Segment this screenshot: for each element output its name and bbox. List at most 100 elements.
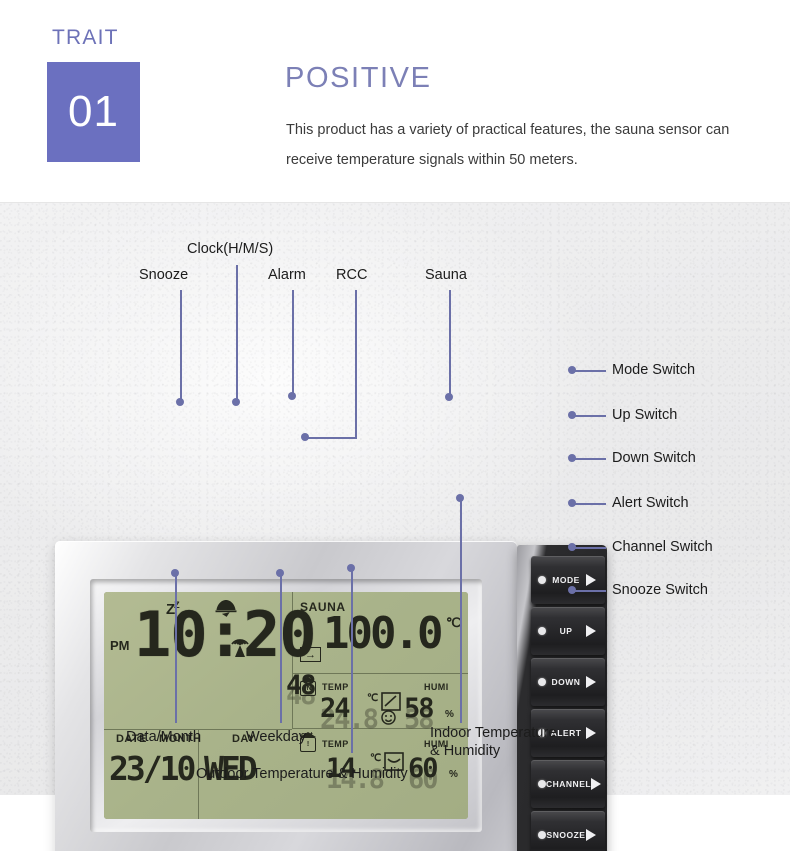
mode-button-triangle-icon <box>586 574 596 586</box>
callout-line-alarm <box>292 290 294 396</box>
callout-dot-up <box>568 411 576 419</box>
rcc-signal-tower-icon <box>231 639 249 657</box>
callout-line-mode <box>572 370 606 372</box>
callout-dot-clock <box>232 398 240 406</box>
callout-dot-snooze-switch <box>568 586 576 594</box>
callout-dot-sauna <box>445 393 453 401</box>
channel-switch-button[interactable]: CHANNEL <box>531 760 605 808</box>
callout-label-alarm: Alarm <box>268 267 306 283</box>
callout-label-up: Up Switch <box>612 407 678 423</box>
callout-line-sauna <box>449 290 451 397</box>
callout-label-mode: Mode Switch <box>612 362 696 378</box>
callout-label-snooze: Snooze <box>139 267 189 283</box>
lcd-divider-sauna-bottom <box>292 673 468 675</box>
snooze-button-label: SNOOZE <box>546 830 586 840</box>
down-button-label: DOWN <box>551 677 581 687</box>
weather-station-device: ZZ PM 10:20 10:20 48 48 <box>55 541 607 851</box>
callout-line-indoor <box>460 498 462 723</box>
mode-switch-button[interactable]: MODE <box>531 556 605 604</box>
header-section: TRAIT 01 POSITIVE This product has a var… <box>0 0 790 203</box>
up-button-triangle-icon <box>586 625 596 637</box>
callout-line-channel <box>572 547 606 549</box>
callout-line-outdoor <box>351 568 353 753</box>
device-bezel: ZZ PM 10:20 10:20 48 48 <box>90 579 482 832</box>
callout-dot-alarm <box>288 392 296 400</box>
device-body: ZZ PM 10:20 10:20 48 48 <box>55 541 517 851</box>
sauna-temperature-value: 100.0 <box>323 608 443 659</box>
callout-line-rcc-horizontal <box>305 437 357 439</box>
indoor-humi-label: HUMI <box>424 682 449 692</box>
callout-dot-mode <box>568 366 576 374</box>
indoor-tag-icon: IN <box>300 681 316 696</box>
callout-line-up <box>572 415 606 417</box>
meridiem-indicator: PM <box>110 638 130 653</box>
callout-dot-indoor <box>456 494 464 502</box>
trait-number-value: 01 <box>68 87 119 136</box>
callout-label-outdoor: Outdoor Temperature & Humidity <box>196 766 408 782</box>
indoor-temp-label: TEMP <box>322 682 349 692</box>
snooze-button-dot-icon <box>538 831 546 839</box>
callout-label-channel: Channel Switch <box>612 539 713 555</box>
down-button-triangle-icon <box>586 676 596 688</box>
callout-dot-channel <box>568 543 576 551</box>
outdoor-humi-unit: % <box>449 769 458 780</box>
callout-dot-snooze <box>176 398 184 406</box>
trait-number-badge: 01 <box>47 62 140 162</box>
indoor-roof-icon <box>300 677 316 682</box>
callout-dot-date-month <box>171 569 179 577</box>
mode-button-label: MODE <box>552 575 580 585</box>
indoor-humidity-trend-icon <box>381 692 401 711</box>
mode-button-dot-icon <box>538 576 546 584</box>
channel-button-label: CHANNEL <box>546 779 592 789</box>
indoor-humi-unit: % <box>445 709 454 720</box>
callout-label-rcc: RCC <box>336 267 368 283</box>
callout-dot-down <box>568 454 576 462</box>
callout-line-rcc-vertical <box>355 290 357 438</box>
indoor-comfort-smiley-icon <box>381 710 396 725</box>
page-title: POSITIVE <box>285 62 432 94</box>
trait-eyebrow-label: TRAIT <box>52 26 119 49</box>
channel-button-dot-icon <box>538 780 546 788</box>
infographic-page: TRAIT 01 POSITIVE This product has a var… <box>0 0 790 851</box>
callout-line-snooze <box>180 290 182 402</box>
callout-label-alert: Alert Switch <box>612 495 689 511</box>
lcd-screen: ZZ PM 10:20 10:20 48 48 <box>104 592 468 819</box>
callout-dot-outdoor <box>347 564 355 572</box>
channel-button-triangle-icon <box>591 778 602 790</box>
callout-line-alert <box>572 503 606 505</box>
snooze-button-triangle-icon <box>586 829 596 841</box>
up-button-label: UP <box>559 626 573 636</box>
callout-line-clock <box>236 265 238 402</box>
indoor-humi-value: 58 <box>404 693 434 724</box>
callout-line-down <box>572 458 606 460</box>
sauna-arrow-icon: → <box>300 647 321 662</box>
outdoor-temp-label: TEMP <box>322 739 349 749</box>
page-description: This product has a variety of practical … <box>286 122 730 168</box>
outdoor-temp-unit: ℃ <box>370 753 382 764</box>
callout-line-weekday <box>280 573 282 723</box>
callout-line-date-month <box>175 573 177 723</box>
down-switch-button[interactable]: DOWN <box>531 658 605 706</box>
snooze-switch-button[interactable]: SNOOZE <box>531 811 605 851</box>
down-button-dot-icon <box>538 678 546 686</box>
callout-dot-weekday <box>276 569 284 577</box>
callout-label-weekday: Weekday <box>246 729 307 745</box>
up-switch-button[interactable]: UP <box>531 607 605 655</box>
callout-label-date-month: Data/Month <box>126 729 201 745</box>
indoor-temp-unit: ℃ <box>367 693 379 704</box>
indoor-temp-value: 24 <box>320 693 350 724</box>
callout-label-indoor: Indoor Temperature & Humidity <box>430 725 557 759</box>
product-photo-panel: ZZ PM 10:20 10:20 48 48 <box>0 203 790 851</box>
callout-label-sauna: Sauna <box>425 267 467 283</box>
up-button-dot-icon <box>538 627 546 635</box>
sauna-unit-label: ℃ <box>446 615 461 630</box>
callout-label-snooze-switch: Snooze Switch <box>612 582 708 598</box>
date-month-value: 23/10 <box>109 749 196 788</box>
callout-label-down: Down Switch <box>612 450 696 466</box>
callout-dot-rcc <box>301 433 309 441</box>
callout-label-clock: Clock(H/M/S) <box>187 241 274 257</box>
alert-button-triangle-icon <box>586 727 596 739</box>
alarm-bell-icon <box>215 600 237 617</box>
callout-dot-alert <box>568 499 576 507</box>
callout-line-snooze-switch <box>572 590 606 592</box>
